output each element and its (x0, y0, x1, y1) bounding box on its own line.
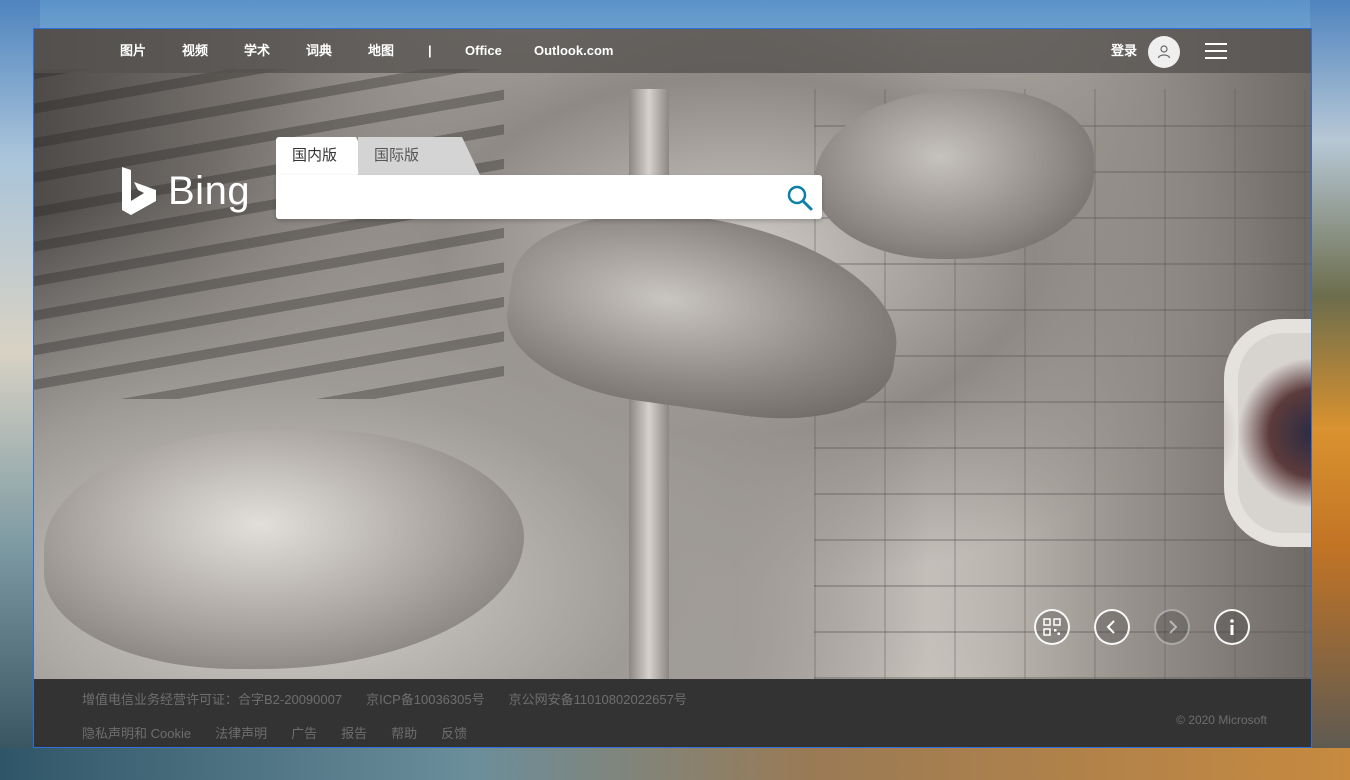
tab-domestic[interactable]: 国内版 (276, 137, 374, 175)
info-icon[interactable] (1214, 609, 1250, 645)
footer-license-police[interactable]: 京公网安备11010802022657号 (509, 689, 687, 708)
desktop-wallpaper-bottom (0, 748, 1350, 780)
footer-links-row: 隐私声明和 Cookie 法律声明 广告 报告 帮助 反馈 (82, 723, 467, 742)
nav-outlook[interactable]: Outlook.com (534, 29, 613, 73)
gargoyle-sculpture (44, 429, 524, 669)
nav-dictionary[interactable]: 词典 (306, 29, 332, 73)
qr-code-icon[interactable] (1034, 609, 1070, 645)
tab-international[interactable]: 国际版 (358, 137, 480, 175)
footer: 增值电信业务经营许可证：合字B2-20090007 京ICP备10036305号… (34, 679, 1311, 747)
browser-window: 图片 视频 学术 词典 地图 | Office Outlook.com 登录 B… (33, 28, 1312, 748)
background-image (34, 29, 1311, 679)
chevron-left-icon[interactable] (1094, 609, 1130, 645)
footer-license-row: 增值电信业务经营许可证：合字B2-20090007 京ICP备10036305号… (82, 689, 687, 708)
footer-license-telecom[interactable]: 增值电信业务经营许可证：合字B2-20090007 (82, 689, 342, 708)
chevron-right-icon[interactable] (1154, 609, 1190, 645)
rose-window (1224, 319, 1311, 547)
footer-link-ads[interactable]: 广告 (291, 723, 317, 742)
footer-link-privacy[interactable]: 隐私声明和 Cookie (82, 723, 191, 742)
user-icon[interactable] (1148, 36, 1180, 68)
search-input[interactable] (288, 183, 772, 213)
footer-link-help[interactable]: 帮助 (391, 723, 417, 742)
hamburger-menu-icon[interactable] (1205, 43, 1227, 59)
signin-link[interactable]: 登录 (1111, 29, 1137, 73)
search-box (276, 175, 822, 219)
logo-text: Bing (168, 168, 251, 213)
footer-copyright: © 2020 Microsoft (1176, 713, 1267, 727)
bing-logo[interactable]: Bing (120, 165, 250, 217)
footer-license-icp[interactable]: 京ICP备10036305号 (366, 689, 485, 708)
nav-videos[interactable]: 视频 (182, 29, 208, 73)
stone-wall-texture (34, 69, 504, 399)
footer-link-report[interactable]: 报告 (341, 723, 367, 742)
nav-academic[interactable]: 学术 (244, 29, 270, 73)
nav-office[interactable]: Office (465, 29, 502, 73)
desktop-wallpaper-right (1310, 0, 1350, 780)
nav-images[interactable]: 图片 (120, 29, 146, 73)
search-icon[interactable] (786, 184, 814, 212)
bing-b-icon (122, 167, 156, 215)
nav-maps[interactable]: 地图 (368, 29, 394, 73)
footer-link-feedback[interactable]: 反馈 (441, 723, 467, 742)
nav-separator: | (428, 43, 432, 58)
top-nav-bar: 图片 视频 学术 词典 地图 | Office Outlook.com 登录 (34, 29, 1311, 73)
footer-link-legal[interactable]: 法律声明 (215, 723, 267, 742)
